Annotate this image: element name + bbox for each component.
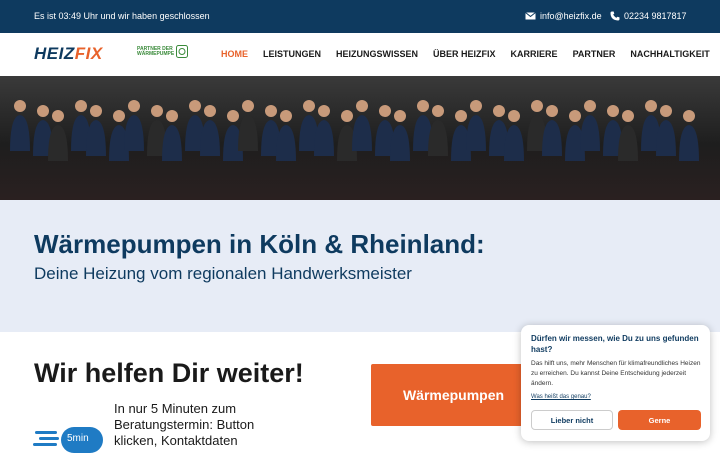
partner-badge: Partner der Wärmepumpe: [137, 45, 189, 58]
consent-popup: Dürfen wir messen, wie Du zu uns gefunde…: [521, 325, 710, 441]
menu-item-heizungswissen[interactable]: HEIZUNGSWISSEN: [336, 49, 418, 59]
team-photo: [0, 76, 720, 200]
top-info-bar: Es ist 03:49 Uhr und wir haben geschloss…: [0, 0, 720, 33]
logo-part-2: FIX: [74, 44, 103, 63]
heizfix-logo[interactable]: HEIZFIX: [34, 44, 103, 64]
opening-status: Es ist 03:49 Uhr und wir haben geschloss…: [34, 11, 210, 21]
menu-item-ueber-heizfix[interactable]: ÜBER HEIZFIX: [433, 49, 496, 59]
team-member: [124, 100, 144, 151]
mail-icon: [525, 12, 536, 20]
accept-button[interactable]: Gerne: [618, 410, 701, 430]
consent-info-link[interactable]: Was heißt das genau?: [531, 394, 591, 400]
team-member: [86, 105, 106, 156]
team-member: [352, 100, 372, 151]
partner-line-2: Wärmepumpe: [137, 50, 175, 57]
email-link[interactable]: info@heizfix.de: [525, 11, 602, 21]
team-member: [428, 105, 448, 156]
appointment-text: In nur 5 Minuten zum Beratungstermin: Bu…: [114, 401, 255, 448]
menu-item-leistungen[interactable]: LEISTUNGEN: [263, 49, 321, 59]
team-member: [656, 105, 676, 156]
menu-item-karriere[interactable]: KARRIERE: [511, 49, 558, 59]
waermepumpen-button[interactable]: Wärmepumpen: [371, 364, 536, 426]
team-member: [466, 100, 486, 151]
hero-subline: Deine Heizung vom regionalen Handwerksme…: [34, 264, 412, 283]
team-member: [10, 100, 30, 151]
team-member: [48, 110, 68, 161]
team-member: [580, 100, 600, 151]
phone-icon: [610, 11, 620, 21]
team-member: [238, 100, 258, 151]
phone-text: 02234 9817817: [624, 11, 687, 21]
hero-headline: Wärmepumpen in Köln & Rheinland:: [34, 229, 485, 259]
team-member: [162, 110, 182, 161]
team-member: [390, 110, 410, 161]
heatpump-partner-icon: [176, 45, 189, 58]
phone-link[interactable]: 02234 9817817: [610, 11, 687, 21]
team-member: [276, 110, 296, 161]
team-member: [542, 105, 562, 156]
team-illustration: [10, 100, 699, 161]
consent-text: Das hilft uns, mehr Menschen für klimafr…: [531, 360, 701, 387]
badge-text: 5min: [67, 433, 89, 444]
menu-list: HOME LEISTUNGEN HEIZUNGSWISSEN ÜBER HEIZ…: [221, 49, 710, 59]
team-member: [618, 110, 638, 161]
main-navigation: HEIZFIX Partner der Wärmepumpe HOME LEIS…: [0, 33, 720, 76]
menu-item-home[interactable]: HOME: [221, 49, 248, 59]
five-minute-badge: 5min: [33, 425, 103, 453]
menu-item-nachhaltigkeit[interactable]: NACHHALTIGKEIT: [630, 49, 709, 59]
hero-text-band: Wärmepumpen in Köln & Rheinland: Deine H…: [0, 200, 720, 332]
help-title: Wir helfen Dir weiter!: [34, 358, 304, 388]
team-member: [314, 105, 334, 156]
logo-part-1: HEIZ: [34, 44, 75, 63]
consent-question: Dürfen wir messen, wie Du zu uns gefunde…: [531, 334, 699, 354]
menu-item-partner[interactable]: PARTNER: [573, 49, 616, 59]
team-member: [504, 110, 524, 161]
email-text: info@heizfix.de: [540, 11, 602, 21]
team-member: [679, 110, 699, 161]
team-member: [200, 105, 220, 156]
decline-button[interactable]: Lieber nicht: [531, 410, 613, 430]
